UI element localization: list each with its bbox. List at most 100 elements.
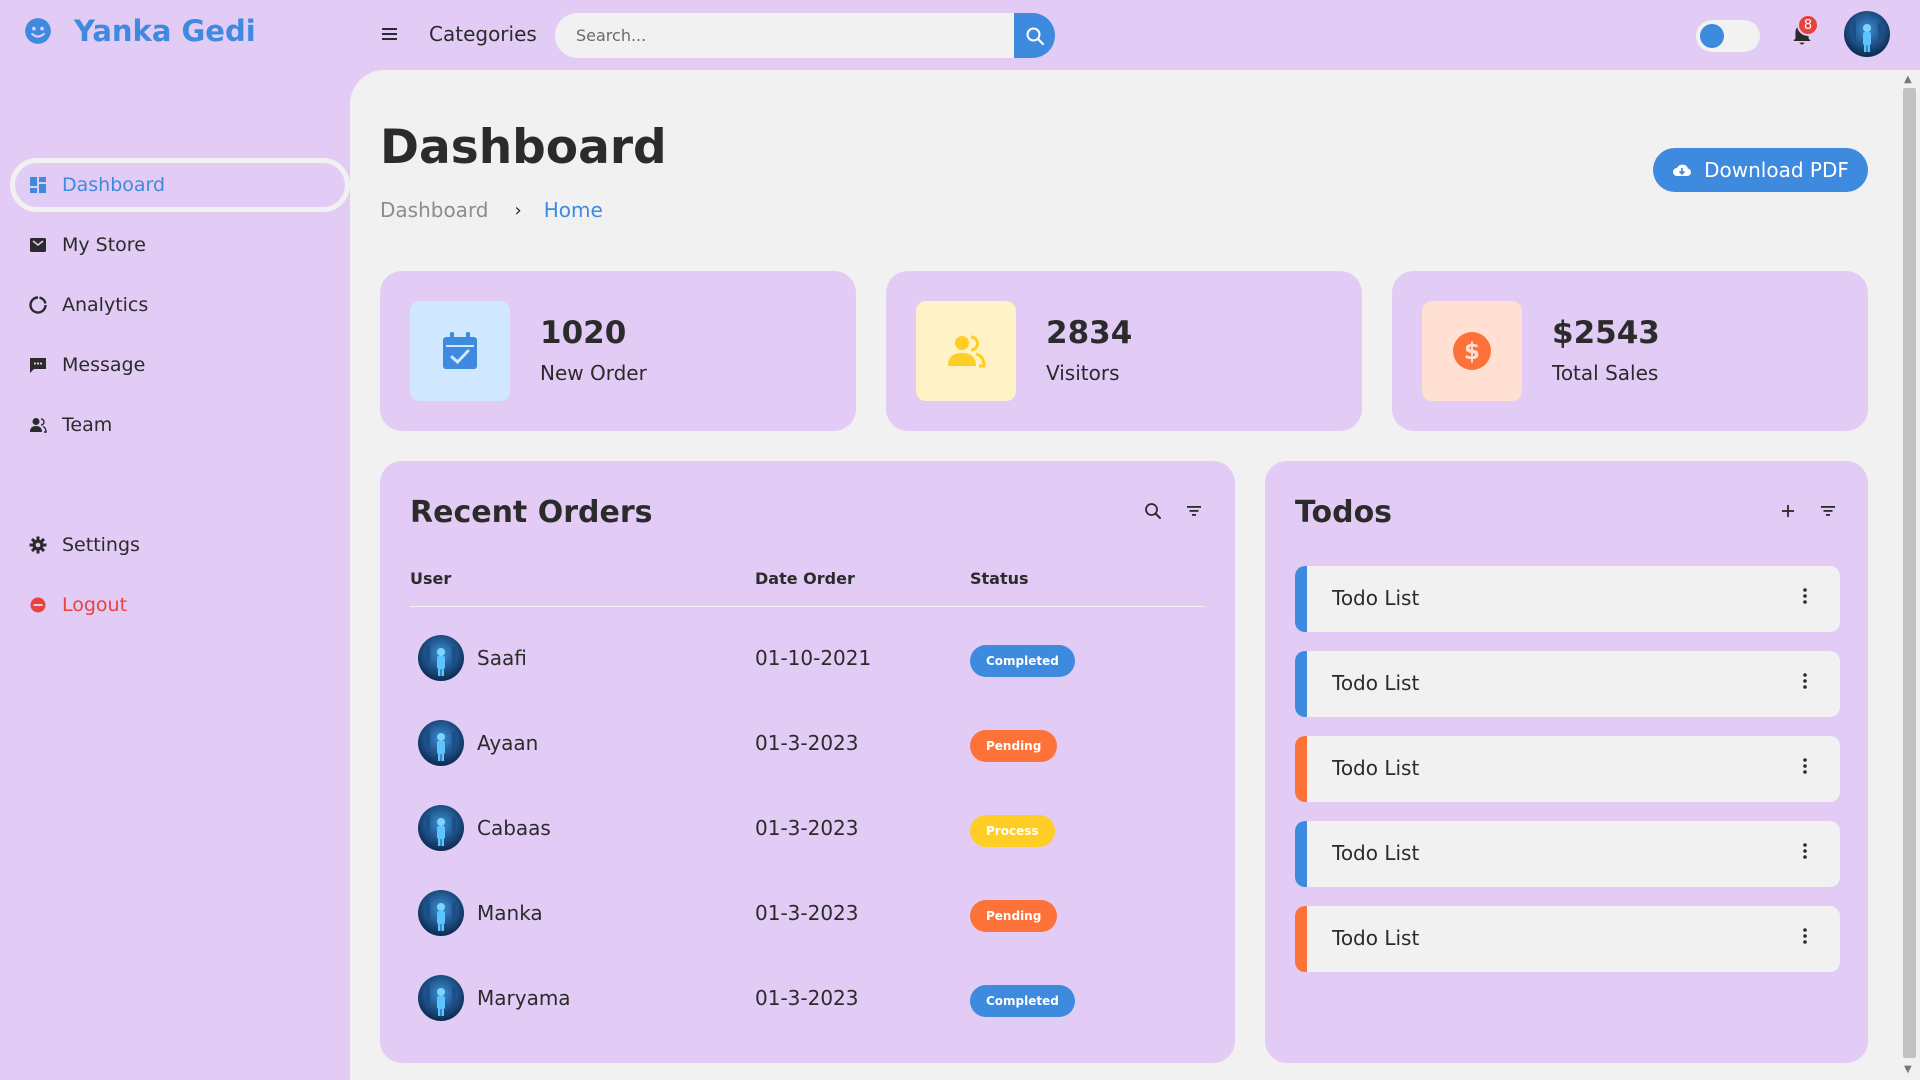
sidebar-item-label: Logout — [62, 594, 128, 616]
more-vertical-icon[interactable] — [1795, 928, 1815, 950]
order-user-name: Maryama — [477, 986, 571, 1010]
dollar-circle-icon: $ — [1453, 332, 1491, 370]
stat-icon-box: $ — [1422, 301, 1522, 401]
sidebar-item-label: Settings — [62, 534, 140, 556]
table-row[interactable]: Ayaan 01-3-2023 Pending — [410, 714, 1205, 774]
sidebar-item-team[interactable]: Team — [10, 398, 344, 452]
sidebar-item-settings[interactable]: Settings — [10, 518, 344, 572]
order-user-name: Manka — [477, 901, 543, 925]
stat-icon-box — [916, 301, 1016, 401]
todo-text: Todo List — [1332, 926, 1420, 950]
order-date: 01-3-2023 — [755, 986, 859, 1010]
people-icon — [948, 335, 986, 368]
brand-name: Yanka Gedi — [74, 14, 256, 48]
sidebar-item-label: Analytics — [62, 294, 149, 316]
filter-icon[interactable] — [1818, 501, 1838, 521]
user-avatar — [418, 720, 464, 766]
sidebar-item-my-store[interactable]: My Store — [10, 218, 344, 272]
table-row[interactable]: Cabaas 01-3-2023 Process — [410, 799, 1205, 859]
status-badge: Pending — [970, 900, 1058, 932]
stat-label: Total Sales — [1552, 361, 1659, 385]
sidebar-item-label: My Store — [62, 234, 146, 256]
todo-status-bar — [1295, 566, 1307, 632]
gear-icon — [28, 535, 48, 555]
search-button[interactable] — [1014, 13, 1055, 58]
stat-value: $2543 — [1552, 315, 1660, 351]
sidebar-item-label: Team — [62, 414, 113, 436]
user-avatar — [418, 805, 464, 851]
more-vertical-icon[interactable] — [1795, 843, 1815, 865]
more-vertical-icon[interactable] — [1795, 758, 1815, 780]
team-icon — [28, 415, 48, 435]
user-avatar — [418, 890, 464, 936]
cloud-download-icon — [1672, 162, 1692, 178]
stat-card-new-order: 1020 New Order — [380, 271, 856, 431]
sidebar: Dashboard My Store Analytics Message Tea… — [0, 70, 350, 1080]
user-avatar — [418, 635, 464, 681]
search-icon[interactable] — [1143, 501, 1163, 521]
dashboard-icon — [28, 175, 48, 195]
order-date: 01-10-2021 — [755, 646, 872, 670]
theme-toggle[interactable] — [1696, 20, 1760, 52]
hamburger-menu-icon[interactable] — [380, 24, 400, 44]
sidebar-item-dashboard[interactable]: Dashboard — [10, 158, 350, 212]
todo-item[interactable]: Todo List — [1295, 821, 1840, 887]
table-row[interactable]: Saafi 01-10-2021 Completed — [410, 629, 1205, 689]
todos-panel: Todos Todo List Todo List Todo List Todo… — [1265, 461, 1868, 1063]
search-input[interactable] — [555, 13, 1014, 58]
recent-orders-title: Recent Orders — [410, 495, 653, 530]
status-badge: Completed — [970, 645, 1075, 677]
todo-text: Todo List — [1332, 841, 1420, 865]
table-row[interactable]: Manka 01-3-2023 Pending — [410, 884, 1205, 944]
todo-item[interactable]: Todo List — [1295, 736, 1840, 802]
store-icon — [28, 235, 48, 255]
sidebar-item-analytics[interactable]: Analytics — [10, 278, 344, 332]
search-icon — [1026, 27, 1044, 45]
status-badge: Process — [970, 815, 1055, 847]
status-badge: Completed — [970, 985, 1075, 1017]
categories-link[interactable]: Categories — [429, 22, 537, 46]
download-pdf-button[interactable]: Download PDF — [1653, 148, 1868, 192]
filter-icon[interactable] — [1184, 501, 1204, 521]
stat-value: 2834 — [1046, 315, 1133, 351]
chevron-right-icon: › — [514, 199, 522, 221]
stat-label: Visitors — [1046, 361, 1120, 385]
todos-title: Todos — [1295, 495, 1393, 530]
scroll-down-arrow-icon[interactable]: ▼ — [1904, 1064, 1912, 1075]
sidebar-item-logout[interactable]: Logout — [10, 578, 344, 632]
user-avatar[interactable] — [1844, 11, 1890, 57]
more-vertical-icon[interactable] — [1795, 588, 1815, 610]
brand[interactable]: Yanka Gedi — [24, 14, 256, 48]
sidebar-item-label: Dashboard — [62, 174, 166, 196]
breadcrumb-item-home[interactable]: Home — [544, 198, 603, 222]
todo-item[interactable]: Todo List — [1295, 651, 1840, 717]
toggle-knob — [1700, 24, 1724, 48]
logout-icon — [28, 595, 48, 615]
more-vertical-icon[interactable] — [1795, 673, 1815, 695]
order-user-name: Cabaas — [477, 816, 551, 840]
download-pdf-label: Download PDF — [1704, 158, 1849, 182]
plus-icon[interactable] — [1778, 501, 1798, 521]
scrollbar-thumb[interactable] — [1903, 88, 1916, 1058]
order-date: 01-3-2023 — [755, 731, 859, 755]
breadcrumb-item-dashboard[interactable]: Dashboard — [380, 198, 489, 222]
column-header-user: User — [410, 569, 452, 588]
order-user-name: Saafi — [477, 646, 527, 670]
status-badge: Pending — [970, 730, 1058, 762]
scroll-up-arrow-icon[interactable]: ▲ — [1904, 74, 1912, 85]
todo-item[interactable]: Todo List — [1295, 566, 1840, 632]
sidebar-item-label: Message — [62, 354, 146, 376]
page-title: Dashboard — [380, 120, 667, 175]
order-date: 01-3-2023 — [755, 816, 859, 840]
notification-badge: 8 — [1797, 14, 1819, 36]
calendar-check-icon — [443, 332, 477, 369]
todo-item[interactable]: Todo List — [1295, 906, 1840, 972]
order-user-name: Ayaan — [477, 731, 539, 755]
todo-text: Todo List — [1332, 671, 1420, 695]
stat-label: New Order — [540, 361, 647, 385]
table-header-divider — [410, 606, 1205, 607]
todo-status-bar — [1295, 821, 1307, 887]
table-row[interactable]: Maryama 01-3-2023 Completed — [410, 969, 1205, 1029]
sidebar-item-message[interactable]: Message — [10, 338, 344, 392]
recent-orders-panel: Recent Orders User Date Order Status Saa… — [380, 461, 1235, 1063]
